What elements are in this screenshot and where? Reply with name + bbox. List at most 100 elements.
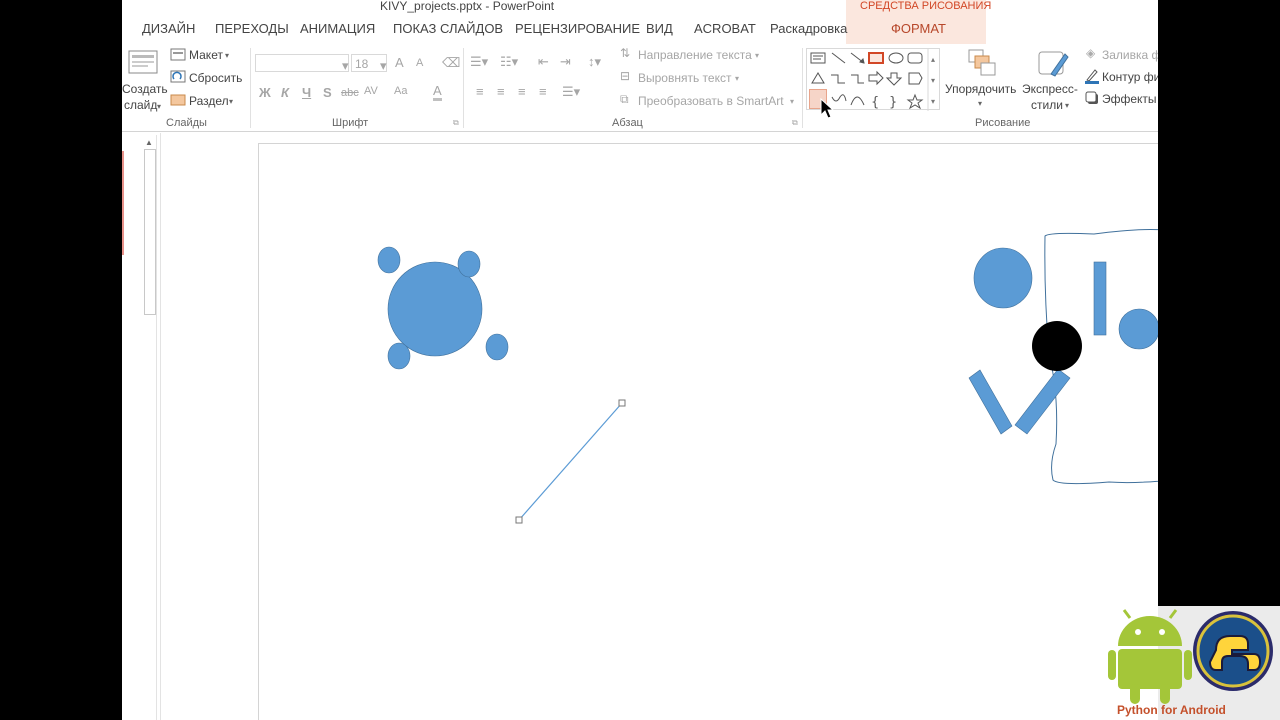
svg-text:}: } <box>889 95 897 110</box>
reset-button[interactable]: Сбросить <box>189 71 242 85</box>
paint-bucket-icon: ◈ <box>1086 46 1096 60</box>
slide-shape-circle[interactable] <box>1118 308 1158 350</box>
chevron-down-icon[interactable]: ▾ <box>1065 101 1069 110</box>
chevron-down-icon[interactable]: ▾ <box>225 51 229 60</box>
char-spacing-button[interactable]: AV <box>364 85 378 97</box>
slide-canvas[interactable] <box>258 143 1158 720</box>
slide-shape-small-oval[interactable] <box>457 250 481 278</box>
grow-font-icon[interactable]: A <box>395 55 404 70</box>
new-slide-button[interactable]: Создать <box>122 82 168 96</box>
slide-shape-circle[interactable] <box>973 247 1033 309</box>
slide-shape-small-oval[interactable] <box>485 333 509 361</box>
dialog-launcher-icon[interactable]: ⧉ <box>453 118 459 128</box>
slide-shape-diagonal-bar[interactable] <box>1014 368 1071 435</box>
line-spacing-icon[interactable]: ↕▾ <box>588 54 601 70</box>
arrange-button[interactable]: Упорядочить <box>945 82 1016 96</box>
numbering-icon[interactable]: ☷▾ <box>500 54 518 70</box>
tab-animations[interactable]: АНИМАЦИЯ <box>300 21 375 36</box>
text-direction-icon: ⇅ <box>620 46 631 60</box>
new-slide-icon[interactable] <box>128 50 158 76</box>
justify-icon[interactable]: ≡ <box>539 84 547 99</box>
scroll-up-icon[interactable]: ▲ <box>145 138 153 147</box>
text-direction-button[interactable]: Направление текста <box>638 48 752 62</box>
tab-storyboard[interactable]: Раскадровка <box>770 21 847 36</box>
tab-review[interactable]: РЕЦЕНЗИРОВАНИЕ <box>515 21 640 36</box>
window-title: KIVY_projects.pptx - PowerPoint <box>380 0 555 13</box>
pane-divider <box>160 133 161 720</box>
line-handle[interactable] <box>618 399 626 407</box>
powerpoint-window: KIVY_projects.pptx - PowerPoint СРЕДСТВА… <box>122 0 1158 720</box>
letterbox-right <box>1158 0 1280 606</box>
section-button[interactable]: Раздел <box>189 94 229 108</box>
shape-outline-button[interactable]: Контур фи <box>1102 70 1158 84</box>
slide-shape-bar[interactable] <box>1093 261 1107 336</box>
shape-fill-button[interactable]: Заливка ф <box>1102 48 1158 62</box>
slide-shape-black-circle[interactable] <box>1032 321 1082 371</box>
bold-button[interactable]: Ж <box>259 85 271 100</box>
group-label-slides: Слайды <box>166 117 207 129</box>
slide-shape-line[interactable] <box>518 402 623 521</box>
quick-styles-button[interactable]: Экспресс- <box>1022 82 1078 96</box>
svg-text:▾: ▾ <box>931 97 935 106</box>
scrollbar-thumb[interactable] <box>144 149 156 315</box>
group-separator <box>463 48 464 128</box>
group-label-drawing: Рисование <box>975 117 1031 129</box>
slide-shape-small-oval[interactable] <box>387 342 411 370</box>
tab-view[interactable]: ВИД <box>646 21 673 36</box>
tab-slideshow[interactable]: ПОКАЗ СЛАЙДОВ <box>393 21 503 36</box>
python-logo <box>1193 611 1273 691</box>
group-label-font: Шрифт <box>332 117 369 129</box>
clear-format-icon[interactable]: ⌫ <box>442 55 460 71</box>
svg-text:▴: ▴ <box>931 55 935 64</box>
svg-text:{: { <box>871 95 879 110</box>
svg-text:▾: ▾ <box>931 76 935 85</box>
editing-workspace: ▲ <box>122 133 1158 720</box>
tab-acrobat[interactable]: ACROBAT <box>694 21 756 36</box>
tab-design[interactable]: ДИЗАЙН <box>142 21 195 36</box>
align-text-button[interactable]: Выровнять текст <box>638 71 731 85</box>
shape-effects-button[interactable]: Эффекты ф <box>1102 92 1158 106</box>
thumbnail-scrollbar[interactable]: ▲ <box>143 135 157 720</box>
font-name-combo[interactable] <box>255 54 349 72</box>
chevron-down-icon[interactable]: ▾ <box>342 58 349 74</box>
decrease-indent-icon[interactable]: ⇤ <box>538 54 549 70</box>
bullets-icon[interactable]: ☰▾ <box>470 54 488 70</box>
change-case-button[interactable]: Aa <box>394 85 407 97</box>
align-right-icon[interactable]: ≡ <box>518 84 526 99</box>
align-center-icon[interactable]: ≡ <box>497 84 505 99</box>
chevron-down-icon[interactable]: ▾ <box>755 51 759 60</box>
font-size-value: 18 <box>355 57 369 71</box>
slide-shape-diagonal-bar[interactable] <box>968 369 1013 435</box>
columns-icon[interactable]: ☰▾ <box>562 84 580 100</box>
layout-button[interactable]: Макет <box>189 48 223 62</box>
increase-indent-icon[interactable]: ⇥ <box>560 54 571 70</box>
slide-shape-small-oval[interactable] <box>377 246 401 274</box>
reset-icon <box>170 70 186 83</box>
convert-smartart-button[interactable]: Преобразовать в SmartArt <box>638 94 784 108</box>
quick-styles-label-2[interactable]: стили <box>1031 98 1063 112</box>
tab-transitions[interactable]: ПЕРЕХОДЫ <box>215 21 289 36</box>
shadow-button[interactable]: S <box>323 85 332 100</box>
tab-format[interactable]: ФОРМАТ <box>891 21 946 36</box>
chevron-down-icon[interactable]: ▾ <box>380 58 387 74</box>
shrink-font-icon[interactable]: A <box>416 57 423 69</box>
font-color-button[interactable]: A <box>433 83 442 101</box>
underline-button[interactable]: Ч <box>302 85 311 100</box>
ribbon-tabs: ДИЗАЙН ПЕРЕХОДЫ АНИМАЦИЯ ПОКАЗ СЛАЙДОВ Р… <box>122 14 1158 44</box>
chevron-down-icon[interactable]: ▾ <box>790 97 794 106</box>
line-handle[interactable] <box>515 516 523 524</box>
group-separator <box>250 48 251 128</box>
section-icon <box>170 94 186 106</box>
italic-button[interactable]: К <box>281 85 289 100</box>
strikethrough-button[interactable]: abc <box>341 87 359 99</box>
align-left-icon[interactable]: ≡ <box>476 84 484 99</box>
chevron-down-icon[interactable]: ▾ <box>735 74 739 83</box>
slide-drawing <box>377 229 1158 524</box>
chevron-down-icon[interactable]: ▾ <box>229 97 233 106</box>
chevron-down-icon[interactable]: ▾ <box>157 102 161 111</box>
dialog-launcher-icon[interactable]: ⧉ <box>792 118 798 128</box>
new-slide-label-2[interactable]: слайд <box>124 98 157 112</box>
chevron-down-icon[interactable]: ▾ <box>978 99 982 108</box>
arrange-icon <box>968 49 996 76</box>
title-bar: KIVY_projects.pptx - PowerPoint СРЕДСТВА… <box>122 0 1158 14</box>
